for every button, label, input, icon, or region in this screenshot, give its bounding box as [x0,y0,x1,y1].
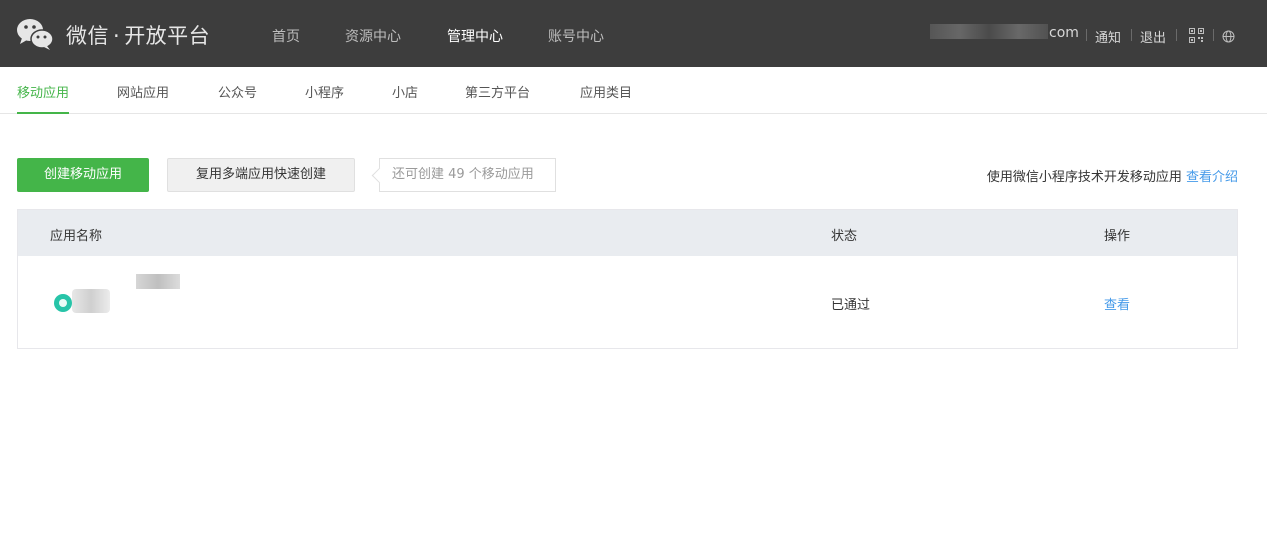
tab-mini-programs[interactable]: 小程序 [305,82,344,114]
column-status: 状态 [831,229,858,244]
divider [1176,29,1177,41]
app-name-redacted [72,289,110,313]
tab-website-apps[interactable]: 网站应用 [117,82,169,114]
user-account-redacted[interactable] [930,24,1048,39]
reuse-multi-platform-button[interactable]: 复用多端应用快速创建 [167,158,355,192]
app-id-redacted [136,274,180,289]
brand-sub: 开放平台 [124,24,211,48]
divider [1086,29,1087,41]
divider [1131,29,1132,41]
column-app-name: 应用名称 [50,229,103,244]
status-badge: 已通过 [831,298,871,313]
tab-third-party-platform[interactable]: 第三方平台 [465,82,530,114]
brand-title[interactable]: 微信 · 开放平台 [66,20,210,50]
hint-text: 使用微信小程序技术开发移动应用 [986,170,1182,185]
tab-official-accounts[interactable]: 公众号 [218,82,257,114]
globe-icon[interactable] [1222,30,1235,43]
remaining-quota-tip: 还可创建 49 个移动应用 [379,158,556,192]
view-intro-link[interactable]: 查看介绍 [1186,170,1238,185]
nav-management-center[interactable]: 管理中心 [447,26,503,46]
table-header: 应用名称 状态 操作 [18,210,1237,256]
create-mobile-app-button[interactable]: 创建移动应用 [17,158,149,192]
sub-nav: 移动应用 网站应用 公众号 小程序 小店 第三方平台 应用类目 [0,67,1267,114]
brand-name: 微信 [66,24,109,48]
mini-program-hint: 使用微信小程序技术开发移动应用 查看介绍 [987,166,1238,185]
brand-dot: · [113,24,121,48]
table-row: 已通过 查看 [18,256,1237,348]
nav-account-center[interactable]: 账号中心 [548,26,604,46]
user-account-suffix[interactable]: com [1049,25,1079,41]
column-actions: 操作 [1104,229,1131,244]
nav-resource-center[interactable]: 资源中心 [345,26,401,46]
app-table: 应用名称 状态 操作 已通过 查看 [17,209,1238,349]
tab-shop[interactable]: 小店 [392,82,418,114]
divider [1213,29,1214,41]
nav-home[interactable]: 首页 [272,26,300,46]
top-bar: 微信 · 开放平台 首页 资源中心 管理中心 账号中心 com 通知 退出 [0,0,1267,67]
tab-mobile-apps[interactable]: 移动应用 [17,82,70,114]
qrcode-icon[interactable] [1189,28,1204,43]
app-icon [54,294,72,312]
view-app-link[interactable]: 查看 [1104,294,1130,313]
wechat-logo-icon[interactable] [16,17,54,51]
tab-app-categories[interactable]: 应用类目 [580,82,632,114]
logout-link[interactable]: 退出 [1140,27,1166,46]
notify-link[interactable]: 通知 [1095,27,1121,46]
